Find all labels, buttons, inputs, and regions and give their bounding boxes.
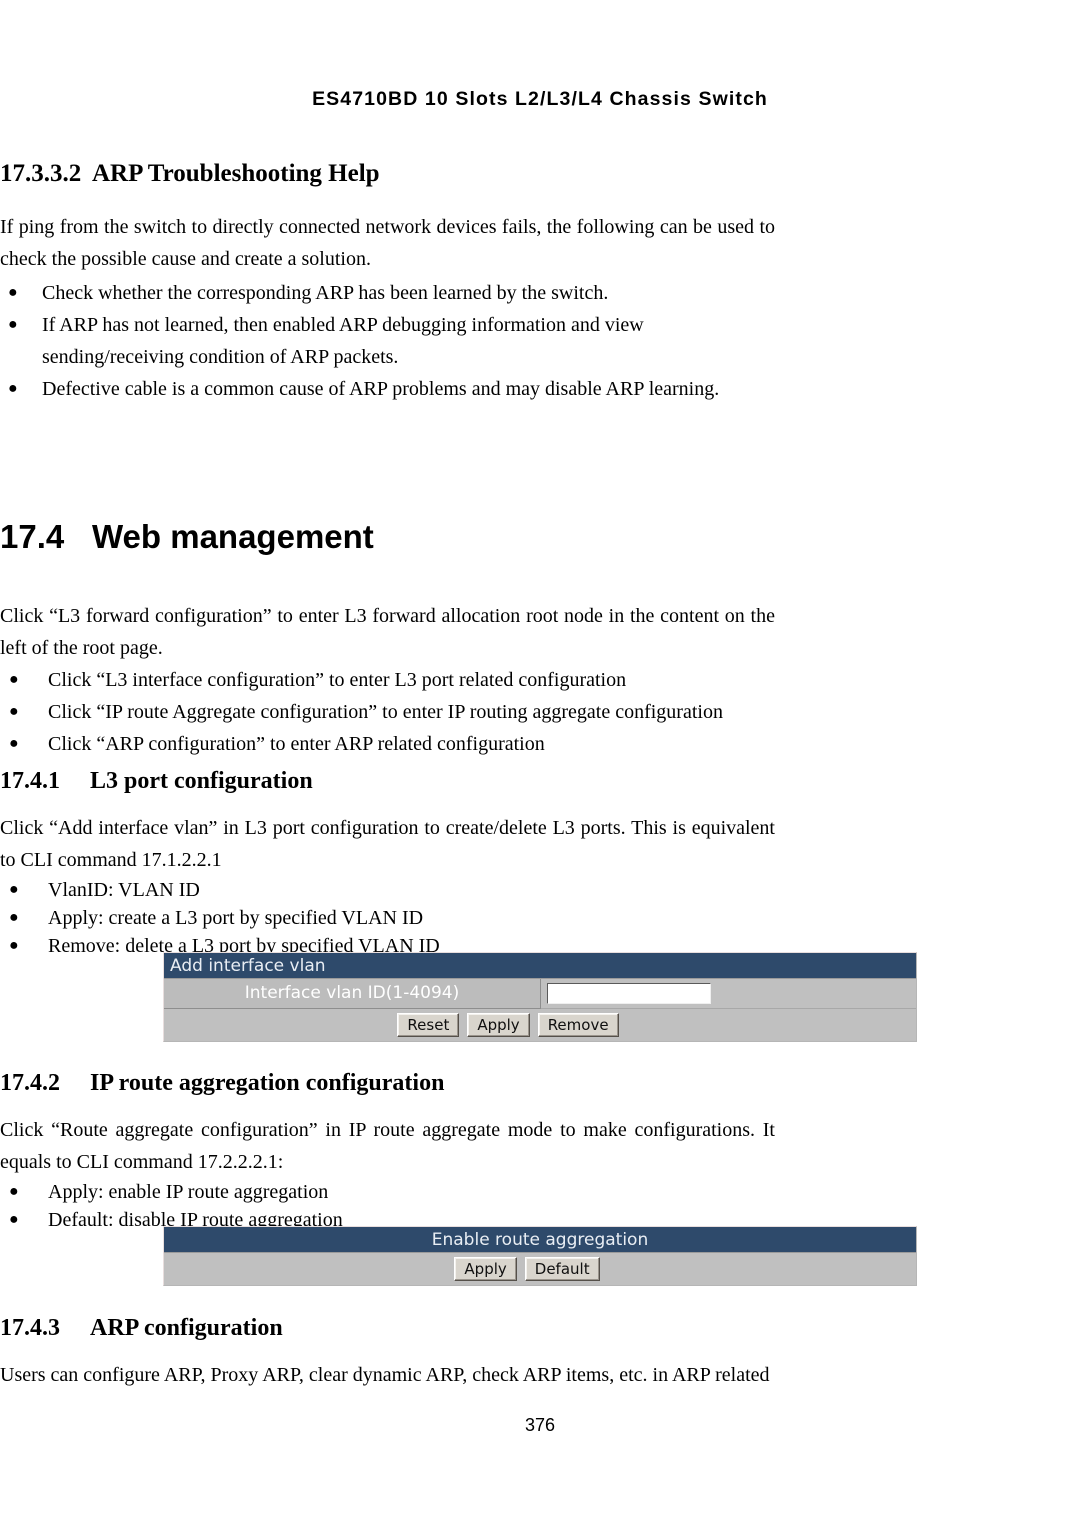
running-header: ES4710BD 10 Slots L2/L3/L4 Chassis Switc… <box>312 88 768 110</box>
bullet-icon: ● <box>8 283 18 301</box>
list-item: ● Defective cable is a common cause of AR… <box>0 373 775 405</box>
heading-17-4-2: 17.4.2 IP route aggregation configuration <box>0 1070 775 1098</box>
add-interface-vlan-panel: Add interface vlan Interface vlan ID(1-4… <box>163 952 917 1042</box>
heading-title: ARP configuration <box>90 1315 283 1341</box>
bullet-icon: ● <box>9 908 19 926</box>
apply-button[interactable]: Apply <box>467 1013 530 1037</box>
paragraph-17-3-3-2-intro: If ping from the switch to directly conn… <box>0 215 775 270</box>
list-item: ● VlanID: VLAN ID <box>0 876 775 904</box>
bullet-icon: ● <box>9 936 19 954</box>
remove-button[interactable]: Remove <box>537 1013 619 1037</box>
heading-17-3-3-2: 17.3.3.2 ARP Troubleshooting Help <box>0 160 775 189</box>
bullet-icon: ● <box>9 670 19 688</box>
list-item-text: Defective cable is a common cause of ARP… <box>42 377 720 400</box>
widget-title: Enable route aggregation <box>164 1227 916 1253</box>
page-number: 376 <box>524 1415 556 1435</box>
apply-button[interactable]: Apply <box>454 1257 517 1281</box>
bullet-icon: ● <box>8 315 18 333</box>
list-item-text: Click “IP route Aggregate configuration”… <box>48 700 723 723</box>
bullet-list-17-3-3-2: ● Check whether the corresponding ARP has… <box>0 277 775 405</box>
list-item: ● Apply: create a L3 port by specified VL… <box>0 904 775 932</box>
heading-number: 17.4.3 <box>0 1315 60 1341</box>
heading-title: Web management <box>92 518 374 555</box>
heading-17-4-1: 17.4.1 L3 port configuration <box>0 768 775 796</box>
bullet-list-17-4-1: ● VlanID: VLAN ID ● Apply: create a L3 por… <box>0 876 775 960</box>
enable-route-aggregation-button-row: Apply Default <box>164 1253 916 1285</box>
bullet-icon: ● <box>9 734 19 752</box>
paragraph-17-4-intro: Click “L3 forward configuration” to ente… <box>0 604 775 659</box>
paragraph-17-4-1-intro: Click “Add interface vlan” in L3 port co… <box>0 816 775 871</box>
paragraph-17-4-3-intro: Users can configure ARP, Proxy ARP, clea… <box>0 1363 770 1386</box>
vlan-id-label: Interface vlan ID(1-4094) <box>164 978 541 1009</box>
paragraph-17-4-2-intro: Click “Route aggregate configuration” in… <box>0 1118 775 1173</box>
list-item-text: Apply: create a L3 port by specified VLA… <box>48 906 424 929</box>
document-page: ES4710BD 10 Slots L2/L3/L4 Chassis Switc… <box>0 0 1080 1528</box>
heading-title: ARP Troubleshooting Help <box>92 160 380 187</box>
default-button[interactable]: Default <box>524 1257 600 1281</box>
heading-17-4: 17.4 Web management <box>0 518 775 556</box>
heading-number: 17.4.1 <box>0 768 60 794</box>
list-item-text: VlanID: VLAN ID <box>48 878 200 901</box>
add-interface-vlan-button-row: Reset Apply Remove <box>164 1009 916 1041</box>
list-item-text: If ARP has not learned, then enabled ARP… <box>42 313 644 368</box>
list-item: ● Click “ARP configuration” to enter ARP … <box>0 728 775 760</box>
list-item: ● If ARP has not learned, then enabled AR… <box>0 309 775 373</box>
list-item: ● Check whether the corresponding ARP has… <box>0 277 775 309</box>
section-17-3-3-2: 17.3.3.2 ARP Troubleshooting Help If ping… <box>0 160 775 405</box>
reset-button[interactable]: Reset <box>397 1013 460 1037</box>
bullet-icon: ● <box>9 702 19 720</box>
vlan-id-row: Interface vlan ID(1-4094) <box>164 978 916 1009</box>
bullet-icon: ● <box>9 1182 19 1200</box>
heading-title: IP route aggregation configuration <box>90 1070 445 1096</box>
heading-title: L3 port configuration <box>90 768 313 794</box>
bullet-list-17-4: ● Click “L3 interface configuration” to e… <box>0 664 775 760</box>
heading-number: 17.4.2 <box>0 1070 60 1096</box>
section-17-4: 17.4 Web management Click “L3 forward con… <box>0 518 775 760</box>
list-item: ● Click “IP route Aggregate configuration… <box>0 696 775 728</box>
add-interface-vlan-widget: Add interface vlan Interface vlan ID(1-4… <box>163 952 917 1042</box>
section-17-4-3: 17.4.3 ARP configuration Users can config… <box>0 1315 775 1391</box>
bullet-icon: ● <box>8 379 18 397</box>
heading-number: 17.4 <box>0 518 65 555</box>
section-17-4-2: 17.4.2 IP route aggregation configuration… <box>0 1070 775 1234</box>
enable-route-aggregation-widget: Enable route aggregation Apply Default <box>163 1226 917 1286</box>
list-item-text: Check whether the corresponding ARP has … <box>42 281 609 304</box>
bullet-icon: ● <box>9 1210 19 1228</box>
list-item: ● Click “L3 interface configuration” to e… <box>0 664 775 696</box>
vlan-id-field-cell <box>541 979 916 1009</box>
section-17-4-1: 17.4.1 L3 port configuration Click “Add i… <box>0 768 775 960</box>
list-item-text: Apply: enable IP route aggregation <box>48 1180 329 1203</box>
vlan-id-input[interactable] <box>547 983 711 1004</box>
bullet-icon: ● <box>9 880 19 898</box>
heading-17-4-3: 17.4.3 ARP configuration <box>0 1315 775 1343</box>
list-item: ● Apply: enable IP route aggregation <box>0 1178 775 1206</box>
widget-title: Add interface vlan <box>164 953 916 979</box>
enable-route-aggregation-panel: Enable route aggregation Apply Default <box>163 1226 917 1286</box>
list-item-text: Click “ARP configuration” to enter ARP r… <box>48 732 545 755</box>
heading-number: 17.3.3.2 <box>0 160 82 187</box>
list-item-text: Click “L3 interface configuration” to en… <box>48 668 627 691</box>
